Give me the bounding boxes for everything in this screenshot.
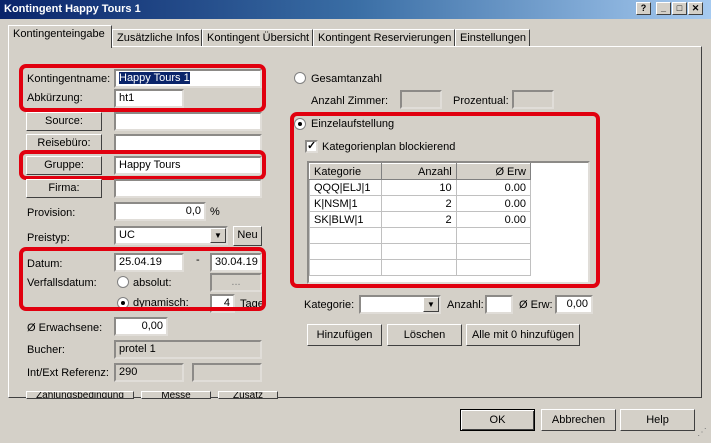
help-button[interactable]: Help	[620, 409, 695, 431]
maximize-icon[interactable]: □	[672, 2, 687, 15]
prozentual-field	[512, 90, 554, 109]
provision-field[interactable]: 0,0	[114, 202, 206, 221]
anzahl-zimmer-label: Anzahl Zimmer:	[311, 95, 389, 107]
zahlungsbedingung-button[interactable]: Zahlungsbedingung	[26, 391, 134, 399]
erwachsene-label: Ø Erwachsene:	[27, 322, 103, 334]
chevron-down-icon[interactable]: ▼	[210, 228, 226, 243]
hinzufuegen-button[interactable]: Hinzufügen	[307, 324, 382, 346]
provision-unit: %	[210, 206, 220, 218]
anzahl-label: Anzahl:	[447, 299, 484, 311]
title-bar: Kontingent Happy Tours 1 ? _ □ ✕	[0, 0, 711, 19]
kategorie-label: Kategorie:	[304, 299, 355, 311]
bucher-field: protel 1	[114, 340, 262, 359]
alle-hinzufuegen-button[interactable]: Alle mit 0 hinzufügen	[466, 324, 580, 346]
tab-einstellungen[interactable]: Einstellungen	[455, 29, 530, 47]
erwachsene-field[interactable]: 0,00	[114, 317, 168, 336]
tab-kontingenteingabe[interactable]: Kontingenteingabe	[8, 25, 112, 48]
firma-field[interactable]	[114, 179, 262, 198]
gesamt-radio[interactable]	[294, 72, 306, 84]
tab-zusaetzliche-infos[interactable]: Zusätzliche Infos	[112, 29, 202, 47]
minimize-icon[interactable]: _	[656, 2, 671, 15]
tab-kontingent-uebersicht[interactable]: Kontingent Übersicht	[202, 29, 313, 47]
cancel-button[interactable]: Abbrechen	[541, 409, 616, 431]
highlight-name	[19, 64, 266, 112]
highlight-datum	[19, 247, 266, 311]
preistyp-label: Preistyp:	[27, 232, 70, 244]
firma-button[interactable]: Firma:	[26, 179, 102, 198]
loeschen-button[interactable]: Löschen	[387, 324, 462, 346]
gesamt-label: Gesamtanzahl	[311, 73, 382, 85]
ok-button[interactable]: OK	[460, 409, 535, 431]
resize-grip-icon[interactable]: ⋰	[697, 428, 709, 440]
window-title: Kontingent Happy Tours 1	[4, 3, 141, 15]
referenz-int-field: 290	[114, 363, 184, 382]
prozentual-label: Prozentual:	[453, 95, 509, 107]
referenz-ext-field	[192, 363, 262, 382]
bucher-label: Bucher:	[27, 344, 65, 356]
highlight-gruppe	[19, 150, 266, 180]
chevron-down-icon[interactable]: ▼	[423, 297, 439, 312]
erw-label: Ø Erw:	[519, 299, 553, 311]
close-icon[interactable]: ✕	[688, 2, 703, 15]
messe-button[interactable]: Messe	[141, 391, 211, 399]
source-field[interactable]	[114, 112, 262, 131]
neu-button[interactable]: Neu	[233, 226, 262, 246]
anzahl-zimmer-field	[400, 90, 442, 109]
tab-kontingent-reservierungen[interactable]: Kontingent Reservierungen	[313, 29, 455, 47]
help-icon[interactable]: ?	[636, 2, 651, 15]
source-button[interactable]: Source:	[26, 112, 102, 131]
highlight-einzel	[290, 112, 600, 288]
zusatz-button[interactable]: Zusatz	[218, 391, 278, 399]
erw-field[interactable]: 0,00	[555, 295, 593, 314]
anzahl-field[interactable]	[485, 295, 513, 314]
referenz-label: Int/Ext Referenz:	[27, 367, 109, 379]
provision-label: Provision:	[27, 207, 76, 219]
